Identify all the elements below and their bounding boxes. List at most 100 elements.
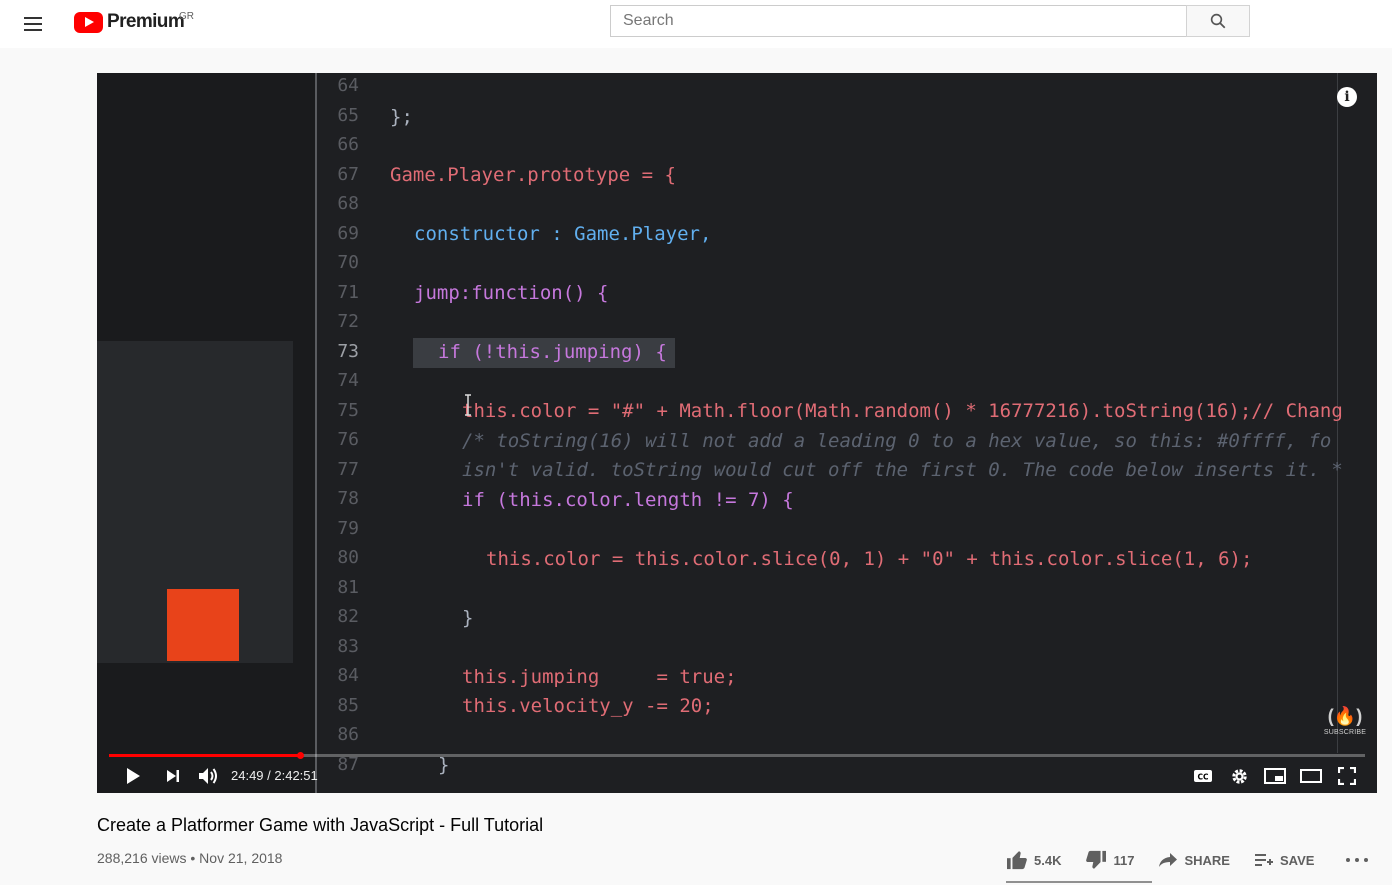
youtube-play-icon	[74, 11, 103, 33]
code-text: };	[390, 106, 413, 128]
code-text: this.color = this.color.slice(0, 1) + "0…	[486, 548, 1253, 570]
thumbs-up-icon	[1007, 851, 1027, 870]
code-text: this.jumping = true;	[462, 666, 737, 688]
game-canvas-panel	[97, 73, 315, 793]
code-text: }	[462, 607, 474, 629]
playlist-add-icon	[1254, 854, 1273, 866]
line-number: 65	[337, 104, 359, 126]
line-number: 79	[337, 517, 359, 539]
theater-icon	[1300, 769, 1322, 783]
volume-button[interactable]	[195, 763, 221, 789]
code-text: this.velocity_y -= 20;	[462, 695, 714, 717]
code-line-75: this.color = "#" + Math.floor(Math.rando…	[462, 397, 1343, 426]
code-text: if (this.color.length != 7) {	[462, 489, 794, 511]
video-actions: 5.4K 117 SHARE SAVE	[1006, 845, 1338, 875]
code-line-85: this.velocity_y -= 20;	[462, 692, 714, 721]
search-button[interactable]	[1186, 5, 1250, 37]
code-line-67: Game.Player.prototype = {	[390, 161, 676, 190]
share-button[interactable]: SHARE	[1158, 852, 1230, 868]
captions-button[interactable]: CC	[1191, 763, 1215, 789]
code-line-82: }	[462, 604, 473, 633]
line-number: 78	[337, 488, 359, 509]
play-icon	[127, 768, 140, 784]
progress-played	[109, 754, 300, 757]
country-code: GR	[179, 11, 194, 22]
miniplayer-button[interactable]	[1263, 763, 1287, 789]
line-number: 82	[337, 606, 359, 627]
volume-icon	[199, 768, 217, 784]
code-text: isn't valid. toString would cut off the …	[462, 459, 1343, 481]
line-number: 84	[337, 665, 359, 686]
code-line-71: jump:function() {	[414, 279, 608, 308]
next-button[interactable]	[161, 763, 185, 789]
menu-icon[interactable]	[18, 10, 50, 38]
line-number: 72	[337, 311, 359, 332]
youtube-logo[interactable]: Premium	[74, 10, 185, 34]
player-controls: 24:49 / 2:42:51 CC	[97, 759, 1377, 793]
code-line-80: this.color = this.color.slice(0, 1) + "0…	[486, 545, 1252, 574]
progress-scrubber[interactable]	[296, 752, 304, 759]
info-icon[interactable]: i	[1337, 87, 1357, 107]
code-line-76: /* toString(16) will not add a leading 0…	[462, 427, 1331, 456]
save-label: SAVE	[1279, 852, 1315, 868]
code-text: Game.Player.prototype = {	[390, 164, 676, 186]
code-line-69: constructor : Game.Player,	[414, 220, 711, 249]
time-display: 24:49 / 2:42:51	[231, 768, 318, 783]
search-bar	[610, 5, 1250, 37]
watermark-label: SUBSCRIBE	[1323, 729, 1367, 736]
code-line-73: if (!this.jumping) {	[438, 338, 667, 367]
play-button[interactable]	[121, 763, 145, 789]
code-line-65: };	[390, 103, 413, 132]
sentiment-like-fill	[1006, 881, 1149, 883]
save-button[interactable]: SAVE	[1254, 852, 1314, 868]
line-number: 73	[337, 340, 359, 362]
like-count: 5.4K	[1034, 852, 1062, 868]
logo-text: Premium	[107, 11, 185, 32]
search-icon	[1210, 13, 1226, 29]
line-number-gutter: 64 65 66 67 68 69 70 71 72 73 74 75 76 77 78 79 80 81 82 83…	[317, 73, 385, 793]
line-number: 70	[337, 252, 359, 273]
code-editor: }; Game.Player.prototype = { constructor…	[387, 73, 1377, 793]
sentiment-bar	[1006, 881, 1152, 883]
code-line-84: this.jumping = true;	[462, 663, 737, 692]
line-number: 80	[337, 547, 359, 568]
thumbs-down-icon	[1086, 850, 1107, 869]
more-actions-icon[interactable]	[1346, 852, 1368, 868]
line-number: 81	[337, 576, 359, 598]
fullscreen-icon	[1338, 767, 1356, 785]
line-number: 64	[337, 75, 359, 96]
line-number: 66	[337, 134, 359, 155]
svg-text:CC: CC	[1197, 773, 1209, 782]
video-title: Create a Platformer Game with JavaScript…	[97, 815, 544, 835]
code-text: jump:function() {	[414, 282, 609, 304]
search-input[interactable]	[610, 5, 1186, 37]
share-label: SHARE	[1184, 852, 1230, 868]
code-line-78: if (this.color.length != 7) {	[462, 486, 794, 515]
theater-mode-button[interactable]	[1299, 763, 1323, 789]
line-number: 67	[337, 163, 359, 185]
progress-bar[interactable]	[109, 752, 1365, 759]
line-number: 71	[337, 281, 359, 303]
line-number: 83	[337, 635, 359, 657]
channel-watermark[interactable]: (🔥) SUBSCRIBE	[1323, 706, 1367, 736]
code-text: /* toString(16) will not add a leading 0…	[462, 430, 1332, 452]
line-number: 77	[337, 458, 359, 480]
line-number: 69	[337, 222, 359, 244]
dislike-button[interactable]: 117	[1085, 850, 1134, 870]
line-number: 86	[337, 724, 359, 745]
video-meta: 288,216 views • Nov 21, 2018	[97, 850, 283, 866]
freecodecamp-icon: (🔥)	[1327, 706, 1363, 726]
video-player[interactable]: 64 65 66 67 68 69 70 71 72 73 74 75 76 77 78 79 80 81 82 83…	[97, 73, 1377, 793]
top-bar: Premium GR	[0, 0, 1392, 48]
dislike-count: 117	[1113, 852, 1135, 868]
like-button[interactable]: 5.4K	[1006, 850, 1061, 870]
gear-icon	[1231, 768, 1247, 784]
settings-button[interactable]	[1227, 763, 1251, 789]
code-text: if (!this.jumping) {	[438, 341, 667, 363]
line-number: 74	[337, 370, 359, 391]
code-text: this.color = "#" + Math.floor(Math.rando…	[462, 400, 1343, 422]
next-icon	[167, 770, 179, 782]
fullscreen-button[interactable]	[1335, 763, 1359, 789]
line-number: 85	[337, 694, 359, 716]
player-square	[167, 589, 239, 661]
